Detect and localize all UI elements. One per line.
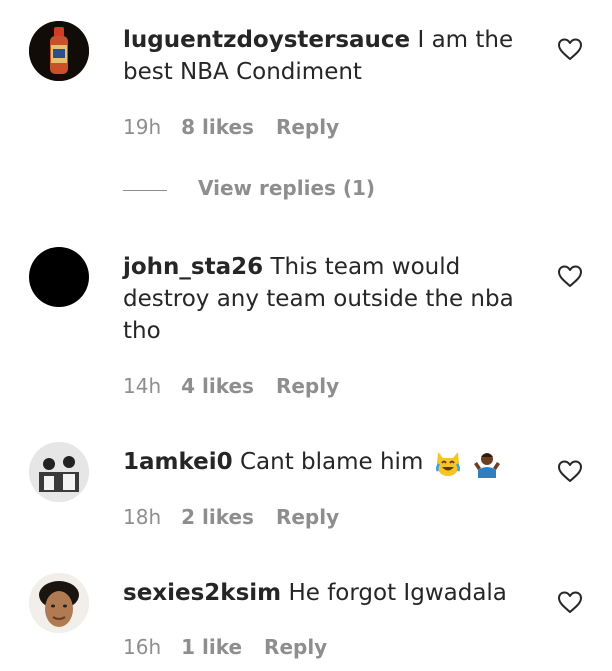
comment-time[interactable]: 14h [123, 374, 161, 398]
avatar[interactable] [29, 21, 89, 81]
person-shrugging-emoji [473, 452, 500, 478]
comment-time[interactable]: 19h [123, 115, 161, 139]
comment-likes[interactable]: 8 likes [181, 115, 254, 139]
comment-text: Cant blame him [239, 449, 424, 475]
avatar[interactable] [29, 442, 89, 502]
comment-time[interactable]: 16h [123, 635, 161, 659]
comment-meta: 16h 1 like Reply [123, 635, 327, 659]
cat-tears-of-joy-emoji [435, 451, 460, 476]
reply-button[interactable]: Reply [264, 635, 327, 659]
heart-outline-icon[interactable] [557, 459, 583, 483]
comment-likes[interactable]: 1 like [181, 635, 242, 659]
heart-outline-icon[interactable] [557, 590, 583, 614]
avatar[interactable] [29, 573, 89, 633]
reply-button[interactable]: Reply [276, 505, 339, 529]
view-replies-button[interactable]: View replies (1) [123, 176, 423, 204]
comment-likes[interactable]: 4 likes [181, 374, 254, 398]
comment-meta: 19h 8 likes Reply [123, 115, 339, 139]
comment-username[interactable]: luguentzdoystersauce [123, 27, 410, 53]
comment-username[interactable]: john_sta26 [123, 254, 263, 280]
avatar[interactable] [29, 247, 89, 307]
comment-time[interactable]: 18h [123, 505, 161, 529]
divider [123, 190, 167, 191]
comment-likes[interactable]: 2 likes [181, 505, 254, 529]
reply-button[interactable]: Reply [276, 115, 339, 139]
view-replies-label[interactable]: View replies (1) [198, 176, 375, 200]
comment-meta: 14h 4 likes Reply [123, 374, 339, 398]
heart-outline-icon[interactable] [557, 37, 583, 61]
comment-username[interactable]: 1amkei0 [123, 449, 233, 475]
reply-button[interactable]: Reply [276, 374, 339, 398]
comment-text: He forgot Igwadala [288, 580, 507, 606]
heart-outline-icon[interactable] [557, 264, 583, 288]
comment-meta: 18h 2 likes Reply [123, 505, 339, 529]
comment-username[interactable]: sexies2ksim [123, 580, 281, 606]
